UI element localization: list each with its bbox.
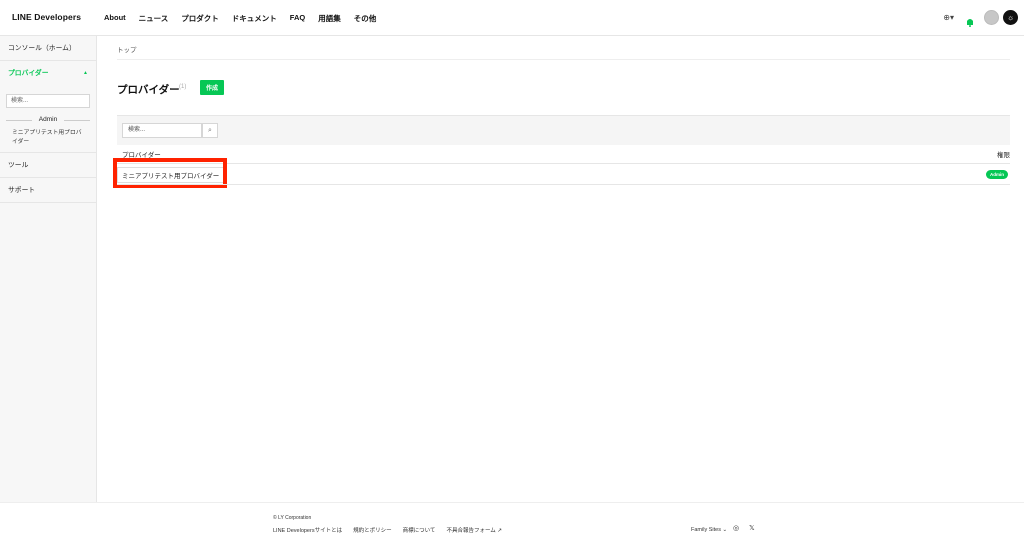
footer: © LY Corporation LINE Developersサイトとは 規約… (0, 502, 1024, 541)
sidebar-item-console[interactable]: コンソール（ホーム） (0, 36, 96, 61)
footer-link-trademark[interactable]: 商標について (403, 526, 436, 534)
nav-about[interactable]: About (104, 13, 126, 24)
theme-toggle-icon[interactable]: ☼ (1003, 10, 1018, 25)
divider (117, 163, 1010, 164)
footer-link-policies[interactable]: 規約とポリシー (353, 526, 392, 534)
sidebar-provider-item[interactable]: ミニアプリテスト用プロバイダー (0, 127, 96, 153)
main-content: トップ プロバイダー (1) 作成 検索... ⌕ プロバイダー 権限 ミニアプ… (97, 36, 1024, 502)
nav-faq[interactable]: FAQ (290, 13, 305, 24)
search-panel: 検索... ⌕ (117, 115, 1010, 145)
chat-icon[interactable]: ◎ (733, 524, 739, 532)
nav-glossary[interactable]: 用語集 (318, 13, 341, 24)
sidebar-item-support[interactable]: サポート (0, 178, 96, 203)
create-button[interactable]: 作成 (200, 80, 224, 95)
provider-count: (1) (179, 84, 187, 90)
page-title: プロバイダー (117, 84, 180, 96)
nav-more[interactable]: その他 (354, 13, 377, 24)
site-logo[interactable]: LINE Developers (12, 12, 81, 22)
chevron-up-icon: ▲ (83, 70, 88, 76)
nav-docs[interactable]: ドキュメント (232, 13, 277, 24)
breadcrumb[interactable]: トップ (117, 44, 137, 54)
sidebar-item-providers[interactable]: プロバイダー ▲ (0, 61, 96, 86)
sidebar: コンソール（ホーム） プロバイダー ▲ 検索... Admin ミニアプリテスト… (0, 36, 97, 502)
divider (117, 184, 1010, 185)
sidebar-providers-label: プロバイダー (8, 70, 49, 77)
header-actions: ⊕▾ ☼ (943, 10, 1018, 27)
copyright: © LY Corporation (273, 515, 312, 521)
avatar[interactable] (984, 10, 999, 25)
sidebar-admin-heading: Admin (6, 116, 90, 123)
search-icon[interactable]: ⌕ (202, 123, 218, 138)
family-sites-dropdown[interactable]: Family Sites ⌄ (691, 527, 727, 533)
search-input[interactable]: 検索... (122, 123, 202, 138)
x-icon[interactable]: 𝕏 (749, 524, 755, 532)
column-header-role: 権限 (997, 152, 1010, 159)
nav-news[interactable]: ニュース (139, 13, 169, 24)
sidebar-search-input[interactable]: 検索... (6, 94, 90, 108)
notification-icon[interactable] (966, 14, 974, 27)
role-badge: Admin (986, 170, 1008, 179)
divider (117, 59, 1010, 60)
globe-icon[interactable]: ⊕▾ (943, 13, 954, 22)
footer-link-about[interactable]: LINE Developersサイトとは (273, 526, 342, 534)
footer-links: LINE Developersサイトとは 規約とポリシー 商標について 不具合報… (273, 526, 513, 534)
footer-link-bug-report[interactable]: 不具合報告フォーム ↗ (446, 526, 501, 534)
nav-products[interactable]: プロダクト (181, 13, 219, 24)
top-header: LINE Developers About ニュース プロダクト ドキュメント … (0, 0, 1024, 36)
sidebar-item-tools[interactable]: ツール (0, 153, 96, 178)
main-nav: About ニュース プロダクト ドキュメント FAQ 用語集 その他 (104, 13, 389, 24)
